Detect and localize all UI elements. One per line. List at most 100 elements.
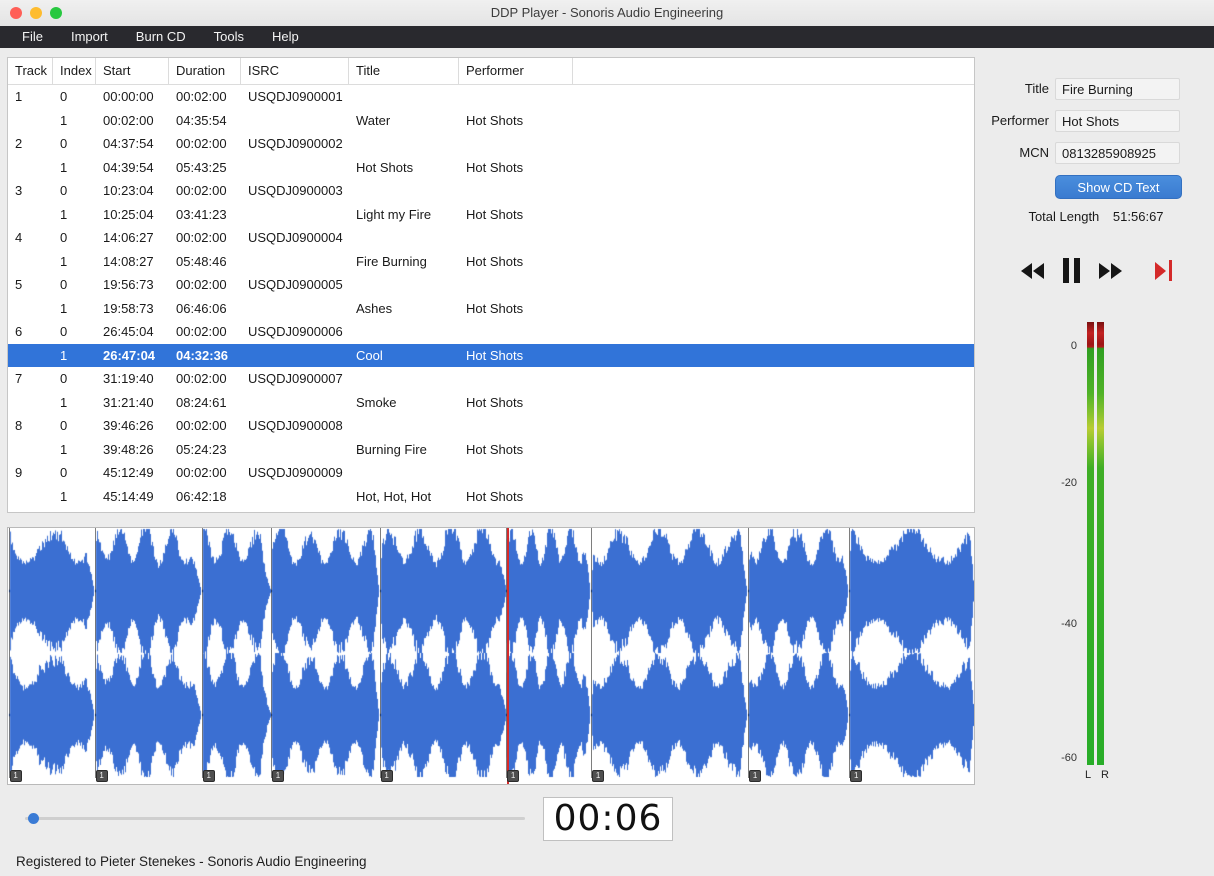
- menu-item[interactable]: Tools: [200, 26, 258, 48]
- channel-left-label: L: [1085, 769, 1092, 781]
- close-icon[interactable]: [10, 7, 22, 19]
- cell-duration: 04:32:36: [176, 347, 229, 363]
- total-length-value: 51:56:67: [1112, 209, 1164, 224]
- table-row[interactable]: 9 0 45:12:49 00:02:00 USQDJ0900009: [8, 461, 974, 485]
- table-row[interactable]: 2 0 04:37:54 00:02:00 USQDJ0900002: [8, 132, 974, 156]
- pause-button[interactable]: [1061, 256, 1082, 285]
- cell-performer: Hot Shots: [466, 347, 524, 363]
- table-row[interactable]: 1 45:14:49 06:42:18 Hot, Hot, Hot Hot Shots: [8, 485, 974, 509]
- cell-performer: Hot Shots: [466, 488, 524, 504]
- cell-start: 26:47:04: [103, 347, 156, 363]
- column-header-index[interactable]: Index: [53, 58, 96, 84]
- column-header-duration[interactable]: Duration: [169, 58, 241, 84]
- cell-performer: Hot Shots: [466, 394, 524, 410]
- total-length: Total Length 51:56:67: [985, 209, 1207, 224]
- rewind-button[interactable]: [1019, 261, 1046, 281]
- cell-index: 0: [60, 183, 68, 198]
- menu-item[interactable]: Help: [258, 26, 313, 48]
- cell-start: 14:08:27: [103, 253, 154, 269]
- cell-performer: Hot Shots: [466, 441, 524, 457]
- cell-title: Hot Shots: [356, 159, 414, 175]
- cell-isrc: [241, 109, 349, 133]
- table-row[interactable]: 1 39:48:26 05:24:23 Burning Fire Hot Shots: [8, 438, 974, 462]
- cell-title: [349, 132, 459, 156]
- rewind-icon: [1020, 262, 1032, 279]
- table-row[interactable]: 1 26:47:04 04:32:36 Cool Hot Shots: [8, 343, 974, 368]
- window-title: DDP Player - Sonoris Audio Engineering: [490, 5, 724, 20]
- table-row[interactable]: 4 0 14:06:27 00:02:00 USQDJ0900004: [8, 226, 974, 250]
- cell-track: [8, 391, 53, 415]
- table-row[interactable]: 1 14:08:27 05:48:46 Fire Burning Hot Shots: [8, 250, 974, 274]
- index-marker: 1: [9, 770, 22, 782]
- cell-track: 4: [15, 230, 23, 245]
- mcn-field-label: MCN: [1019, 145, 1049, 160]
- cell-duration: 00:02:00: [176, 465, 227, 480]
- cell-isrc: [241, 485, 349, 509]
- cell-start: 45:12:49: [103, 465, 154, 480]
- cell-duration: 03:41:23: [176, 206, 227, 222]
- fast-forward-icon: [1098, 262, 1110, 279]
- zoom-icon[interactable]: [50, 7, 62, 19]
- minimize-icon[interactable]: [30, 7, 42, 19]
- playback-cursor: [507, 528, 510, 784]
- table-row[interactable]: 3 0 10:23:04 00:02:00 USQDJ0900003: [8, 179, 974, 203]
- cell-start: 00:02:00: [103, 112, 154, 128]
- cell-track: [8, 156, 53, 180]
- meter-scale-60: -60: [1061, 752, 1077, 764]
- cell-track: 9: [15, 465, 23, 480]
- time-display: 00:06: [543, 797, 673, 841]
- track-boundary-line: [270, 528, 272, 778]
- waveform-display[interactable]: 1 1 1 1 1 1 1 1 1: [7, 527, 975, 785]
- cell-index: 0: [60, 465, 68, 480]
- cell-performer: [459, 461, 573, 485]
- table-row[interactable]: 6 0 26:45:04 00:02:00 USQDJ0900006: [8, 320, 974, 344]
- cell-isrc: [241, 297, 349, 321]
- column-header-track[interactable]: Track: [8, 58, 53, 84]
- table-row[interactable]: 5 0 19:56:73 00:02:00 USQDJ0900005: [8, 273, 974, 297]
- fast-forward-button[interactable]: [1097, 261, 1124, 281]
- menu-item[interactable]: Burn CD: [122, 26, 200, 48]
- show-cd-text-button[interactable]: Show CD Text: [1055, 175, 1182, 199]
- track-boundary-line: [506, 528, 508, 778]
- cell-start: 31:21:40: [103, 394, 154, 410]
- cell-isrc: [241, 156, 349, 180]
- menu-item[interactable]: Import: [57, 26, 122, 48]
- table-row[interactable]: 1 0 00:00:00 00:02:00 USQDJ0900001: [8, 85, 974, 109]
- seek-slider-track[interactable]: [25, 817, 525, 820]
- column-header-performer[interactable]: Performer: [459, 58, 573, 84]
- column-header-start[interactable]: Start: [96, 58, 169, 84]
- index-marker: 1: [271, 770, 284, 782]
- cell-isrc: USQDJ0900002: [248, 136, 343, 151]
- cell-duration: 00:02:00: [176, 371, 227, 386]
- table-row[interactable]: 7 0 31:19:40 00:02:00 USQDJ0900007: [8, 367, 974, 391]
- menu-item[interactable]: File: [8, 26, 57, 48]
- cell-performer: Hot Shots: [466, 300, 524, 316]
- cell-duration: 00:02:00: [176, 183, 227, 198]
- table-row[interactable]: 1 10:25:04 03:41:23 Light my Fire Hot Shots: [8, 203, 974, 227]
- track-table-body: 1 0 00:00:00 00:02:00 USQDJ0900001 1 00:02:00 0…: [8, 85, 974, 508]
- column-header-isrc[interactable]: ISRC: [241, 58, 349, 84]
- cell-performer: [459, 414, 573, 438]
- skip-to-end-button[interactable]: [1153, 258, 1174, 283]
- table-row[interactable]: 1 19:58:73 06:46:06 Ashes Hot Shots: [8, 297, 974, 321]
- cell-title: [349, 367, 459, 391]
- cell-isrc: USQDJ0900003: [248, 183, 343, 198]
- cell-start: 19:56:73: [103, 277, 154, 292]
- mcn-field[interactable]: [1055, 142, 1180, 164]
- column-header-title[interactable]: Title: [349, 58, 459, 84]
- seek-slider-thumb[interactable]: [28, 813, 39, 824]
- table-row[interactable]: 8 0 39:46:26 00:02:00 USQDJ0900008: [8, 414, 974, 438]
- cell-isrc: [241, 344, 349, 368]
- meter-bar-left: [1087, 322, 1094, 765]
- table-row[interactable]: 1 00:02:00 04:35:54 Water Hot Shots: [8, 109, 974, 133]
- meter-scale-40: -40: [1061, 618, 1077, 630]
- column-header-filler: [573, 58, 974, 84]
- table-row[interactable]: 1 31:21:40 08:24:61 Smoke Hot Shots: [8, 391, 974, 415]
- performer-field[interactable]: [1055, 110, 1180, 132]
- cell-title: [349, 273, 459, 297]
- cell-duration: 05:48:46: [176, 253, 227, 269]
- title-field[interactable]: [1055, 78, 1180, 100]
- table-row[interactable]: 1 04:39:54 05:43:25 Hot Shots Hot Shots: [8, 156, 974, 180]
- cell-performer: [459, 85, 573, 109]
- seek-slider[interactable]: [25, 812, 525, 825]
